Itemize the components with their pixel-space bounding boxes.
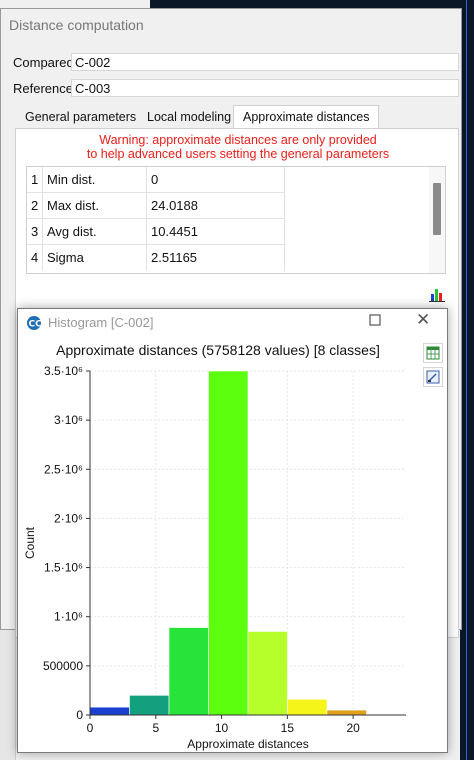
histogram-icon — [429, 289, 445, 302]
stats-table: 1 Min dist. 0 2 Max dist. 24.0188 3 Avg … — [26, 166, 446, 274]
background-line — [466, 0, 467, 760]
export-image-button[interactable] — [423, 367, 443, 387]
stat-name: Min dist. — [44, 167, 147, 193]
stat-name: Max dist. — [44, 193, 147, 219]
histogram-svg: Approximate distances (5758128 values) [… — [23, 342, 406, 751]
tab-approximate-distances[interactable]: Approximate distances — [233, 105, 380, 129]
histogram-window: CC Histogram [C-002] ✕ Approximate dista… — [17, 308, 448, 753]
row-index: 4 — [27, 245, 43, 271]
reference-label: Reference — [13, 81, 73, 96]
histogram-bar — [287, 698, 328, 716]
x-tick-label: 15 — [281, 721, 295, 735]
histogram-titlebar[interactable]: CC Histogram [C-002] ✕ — [18, 309, 447, 337]
cloudcompare-icon: CC — [27, 316, 43, 330]
background-window-edge — [460, 0, 474, 760]
table-row[interactable]: 2 Max dist. 24.0188 — [27, 193, 285, 219]
histogram-bar — [208, 370, 249, 716]
export-csv-button[interactable] — [423, 343, 443, 363]
table-row[interactable]: 4 Sigma 2.51165 — [27, 245, 285, 271]
y-tick-label: 3.5·10⁶ — [44, 364, 83, 378]
background-panel — [0, 630, 16, 760]
y-tick-label: 1.5·10⁶ — [44, 561, 83, 575]
histogram-bar — [89, 706, 130, 716]
y-tick-label: 0 — [76, 708, 83, 722]
x-tick-label: 10 — [215, 721, 229, 735]
x-tick-label: 5 — [152, 721, 159, 735]
maximize-icon[interactable] — [368, 313, 382, 327]
warning-line-2: to help advanced users setting the gener… — [86, 147, 390, 161]
y-axis-label: Count — [23, 526, 37, 559]
show-histogram-button[interactable] — [428, 285, 446, 303]
y-tick-label: 2.5·10⁶ — [44, 462, 83, 476]
reference-field[interactable]: C-003 — [71, 79, 459, 97]
x-axis-label: Approximate distances — [187, 737, 308, 751]
scrollbar-thumb[interactable] — [433, 183, 441, 235]
x-tick-label: 0 — [87, 721, 94, 735]
close-icon[interactable]: ✕ — [416, 311, 432, 329]
histogram-bar — [247, 631, 288, 716]
table-row[interactable]: 3 Avg dist. 10.4451 — [27, 219, 285, 245]
compared-label: Compared — [13, 55, 74, 70]
stat-value: 0 — [148, 167, 285, 193]
histogram-window-title: Histogram [C-002] — [48, 315, 154, 330]
compared-row: Compared C-002 — [13, 53, 461, 71]
svg-text:CC: CC — [29, 320, 43, 330]
stat-value: 24.0188 — [148, 193, 285, 219]
table-row[interactable]: 1 Min dist. 0 — [27, 167, 285, 193]
y-tick-label: 2·10⁶ — [54, 511, 83, 525]
y-tick-label: 3·10⁶ — [54, 413, 83, 427]
warning-line-1: Warning: approximate distances are only … — [99, 133, 377, 147]
row-index: 1 — [27, 167, 43, 193]
stat-name: Avg dist. — [44, 219, 147, 245]
tab-local-modeling[interactable]: Local modeling — [137, 105, 241, 129]
row-index: 2 — [27, 193, 43, 219]
warning-message: Warning: approximate distances are only … — [16, 133, 460, 161]
x-tick-label: 20 — [346, 721, 360, 735]
stat-value: 10.4451 — [148, 219, 285, 245]
export-image-icon — [426, 370, 440, 384]
dialog-title: Distance computation — [9, 17, 144, 33]
tab-bar: General parameters Local modeling Approx… — [15, 105, 461, 129]
export-csv-icon — [426, 346, 440, 360]
stat-name: Sigma — [44, 245, 147, 271]
reference-row: Reference C-003 — [13, 79, 461, 97]
y-tick-label: 500000 — [43, 659, 83, 673]
histogram-bar — [326, 709, 367, 716]
histogram-chart: Approximate distances (5758128 values) [… — [18, 337, 422, 753]
histogram-bar — [168, 627, 209, 716]
row-index: 3 — [27, 219, 43, 245]
y-tick-label: 1·10⁶ — [54, 610, 83, 624]
stat-value: 2.51165 — [148, 245, 285, 271]
tab-general-parameters[interactable]: General parameters — [15, 105, 146, 129]
table-scrollbar[interactable] — [429, 167, 445, 273]
histogram-bar — [129, 695, 170, 716]
chart-title: Approximate distances (5758128 values) [… — [56, 342, 380, 358]
compared-field[interactable]: C-002 — [71, 53, 459, 71]
